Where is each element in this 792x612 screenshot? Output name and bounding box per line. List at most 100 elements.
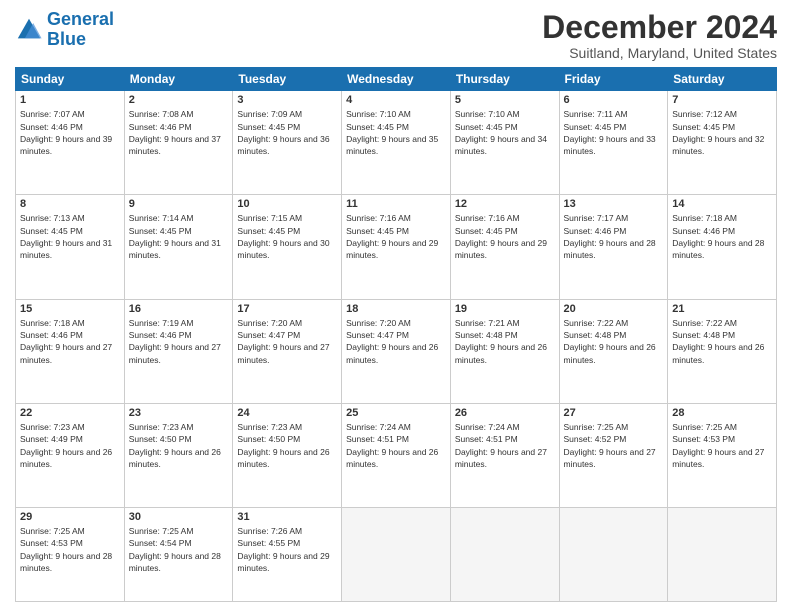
calendar-subtitle: Suitland, Maryland, United States [542, 45, 777, 61]
day-number: 9 [129, 198, 229, 210]
calendar-cell: 10 Sunrise: 7:15 AM Sunset: 4:45 PM Dayli… [233, 195, 342, 299]
day-info: Sunrise: 7:22 AM Sunset: 4:48 PM Dayligh… [672, 317, 772, 366]
day-info: Sunrise: 7:14 AM Sunset: 4:45 PM Dayligh… [129, 212, 229, 261]
calendar-cell: 28 Sunrise: 7:25 AM Sunset: 4:53 PM Dayli… [668, 403, 777, 507]
calendar-cell: 13Sunrise: 7:17 AM Sunset: 4:46 PM Dayli… [559, 195, 668, 299]
day-info: Sunrise: 7:25 AM Sunset: 4:54 PM Dayligh… [129, 525, 229, 574]
day-info: Sunrise: 7:20 AM Sunset: 4:47 PM Dayligh… [346, 317, 446, 366]
week-row-2: 8 Sunrise: 7:13 AM Sunset: 4:45 PM Daylig… [16, 195, 777, 299]
weekday-header-row: SundayMondayTuesdayWednesdayThursdayFrid… [16, 68, 777, 91]
day-info: Sunrise: 7:23 AM Sunset: 4:50 PM Dayligh… [129, 421, 229, 470]
logo: General Blue [15, 10, 114, 50]
calendar-cell [668, 508, 777, 602]
day-number: 19 [455, 303, 555, 315]
day-info: Sunrise: 7:13 AM Sunset: 4:45 PM Dayligh… [20, 212, 120, 261]
day-info: Sunrise: 7:25 AM Sunset: 4:52 PM Dayligh… [564, 421, 664, 470]
day-number: 16 [129, 303, 229, 315]
day-number: 26 [455, 407, 555, 419]
logo-text: General Blue [47, 10, 114, 50]
day-number: 5 [455, 94, 555, 106]
weekday-header-saturday: Saturday [668, 68, 777, 91]
day-info: Sunrise: 7:20 AM Sunset: 4:47 PM Dayligh… [237, 317, 337, 366]
day-info: Sunrise: 7:21 AM Sunset: 4:48 PM Dayligh… [455, 317, 555, 366]
day-info: Sunrise: 7:22 AM Sunset: 4:48 PM Dayligh… [564, 317, 664, 366]
day-number: 28 [672, 407, 772, 419]
calendar-cell: 1Sunrise: 7:07 AM Sunset: 4:46 PM Daylig… [16, 91, 125, 195]
calendar-cell [450, 508, 559, 602]
day-number: 21 [672, 303, 772, 315]
calendar-cell: 23Sunrise: 7:23 AM Sunset: 4:50 PM Dayli… [124, 403, 233, 507]
day-info: Sunrise: 7:07 AM Sunset: 4:46 PM Dayligh… [20, 108, 120, 157]
day-info: Sunrise: 7:24 AM Sunset: 4:51 PM Dayligh… [346, 421, 446, 470]
week-row-5: 29Sunrise: 7:25 AM Sunset: 4:53 PM Dayli… [16, 508, 777, 602]
logo-icon [15, 16, 43, 44]
day-number: 8 [20, 198, 120, 210]
day-info: Sunrise: 7:23 AM Sunset: 4:50 PM Dayligh… [237, 421, 337, 470]
calendar-cell: 9 Sunrise: 7:14 AM Sunset: 4:45 PM Daylig… [124, 195, 233, 299]
day-info: Sunrise: 7:09 AM Sunset: 4:45 PM Dayligh… [237, 108, 337, 157]
day-info: Sunrise: 7:26 AM Sunset: 4:55 PM Dayligh… [237, 525, 337, 574]
calendar-title: December 2024 [542, 10, 777, 45]
calendar-cell: 8 Sunrise: 7:13 AM Sunset: 4:45 PM Daylig… [16, 195, 125, 299]
day-number: 29 [20, 511, 120, 523]
day-number: 14 [672, 198, 772, 210]
day-number: 24 [237, 407, 337, 419]
calendar-cell: 29Sunrise: 7:25 AM Sunset: 4:53 PM Dayli… [16, 508, 125, 602]
calendar-cell: 22Sunrise: 7:23 AM Sunset: 4:49 PM Dayli… [16, 403, 125, 507]
week-row-1: 1Sunrise: 7:07 AM Sunset: 4:46 PM Daylig… [16, 91, 777, 195]
day-number: 30 [129, 511, 229, 523]
day-number: 20 [564, 303, 664, 315]
day-info: Sunrise: 7:25 AM Sunset: 4:53 PM Dayligh… [672, 421, 772, 470]
calendar-cell: 19 Sunrise: 7:21 AM Sunset: 4:48 PM Dayli… [450, 299, 559, 403]
weekday-header-wednesday: Wednesday [342, 68, 451, 91]
calendar-cell: 6Sunrise: 7:11 AM Sunset: 4:45 PM Daylig… [559, 91, 668, 195]
calendar-cell: 26 Sunrise: 7:24 AM Sunset: 4:51 PM Dayli… [450, 403, 559, 507]
day-number: 15 [20, 303, 120, 315]
weekday-header-friday: Friday [559, 68, 668, 91]
calendar-cell: 14 Sunrise: 7:18 AM Sunset: 4:46 PM Dayli… [668, 195, 777, 299]
calendar-cell: 5 Sunrise: 7:10 AM Sunset: 4:45 PM Daylig… [450, 91, 559, 195]
title-block: December 2024 Suitland, Maryland, United… [542, 10, 777, 61]
day-number: 10 [237, 198, 337, 210]
day-number: 13 [564, 198, 664, 210]
calendar-cell: 30 Sunrise: 7:25 AM Sunset: 4:54 PM Dayli… [124, 508, 233, 602]
day-info: Sunrise: 7:18 AM Sunset: 4:46 PM Dayligh… [672, 212, 772, 261]
day-number: 2 [129, 94, 229, 106]
calendar-cell [559, 508, 668, 602]
day-info: Sunrise: 7:11 AM Sunset: 4:45 PM Dayligh… [564, 108, 664, 157]
day-number: 18 [346, 303, 446, 315]
calendar-cell: 25 Sunrise: 7:24 AM Sunset: 4:51 PM Dayli… [342, 403, 451, 507]
calendar-cell: 31 Sunrise: 7:26 AM Sunset: 4:55 PM Dayli… [233, 508, 342, 602]
day-number: 25 [346, 407, 446, 419]
weekday-header-thursday: Thursday [450, 68, 559, 91]
calendar-cell: 15 Sunrise: 7:18 AM Sunset: 4:46 PM Dayli… [16, 299, 125, 403]
week-row-3: 15 Sunrise: 7:18 AM Sunset: 4:46 PM Dayli… [16, 299, 777, 403]
weekday-header-monday: Monday [124, 68, 233, 91]
day-info: Sunrise: 7:16 AM Sunset: 4:45 PM Dayligh… [455, 212, 555, 261]
day-info: Sunrise: 7:10 AM Sunset: 4:45 PM Dayligh… [455, 108, 555, 157]
calendar-cell: 7Sunrise: 7:12 AM Sunset: 4:45 PM Daylig… [668, 91, 777, 195]
day-info: Sunrise: 7:24 AM Sunset: 4:51 PM Dayligh… [455, 421, 555, 470]
weekday-header-tuesday: Tuesday [233, 68, 342, 91]
calendar-cell: 12 Sunrise: 7:16 AM Sunset: 4:45 PM Dayli… [450, 195, 559, 299]
day-number: 31 [237, 511, 337, 523]
calendar-page: General Blue December 2024 Suitland, Mar… [0, 0, 792, 612]
calendar-cell: 4 Sunrise: 7:10 AM Sunset: 4:45 PM Daylig… [342, 91, 451, 195]
day-info: Sunrise: 7:18 AM Sunset: 4:46 PM Dayligh… [20, 317, 120, 366]
calendar-cell: 24 Sunrise: 7:23 AM Sunset: 4:50 PM Dayli… [233, 403, 342, 507]
calendar-cell: 2 Sunrise: 7:08 AM Sunset: 4:46 PM Daylig… [124, 91, 233, 195]
day-info: Sunrise: 7:12 AM Sunset: 4:45 PM Dayligh… [672, 108, 772, 157]
calendar-cell: 16 Sunrise: 7:19 AM Sunset: 4:46 PM Dayli… [124, 299, 233, 403]
day-info: Sunrise: 7:10 AM Sunset: 4:45 PM Dayligh… [346, 108, 446, 157]
weekday-header-sunday: Sunday [16, 68, 125, 91]
day-info: Sunrise: 7:19 AM Sunset: 4:46 PM Dayligh… [129, 317, 229, 366]
calendar-cell: 21 Sunrise: 7:22 AM Sunset: 4:48 PM Dayli… [668, 299, 777, 403]
day-info: Sunrise: 7:08 AM Sunset: 4:46 PM Dayligh… [129, 108, 229, 157]
calendar-cell: 18 Sunrise: 7:20 AM Sunset: 4:47 PM Dayli… [342, 299, 451, 403]
header: General Blue December 2024 Suitland, Mar… [15, 10, 777, 61]
calendar-cell: 27Sunrise: 7:25 AM Sunset: 4:52 PM Dayli… [559, 403, 668, 507]
day-number: 12 [455, 198, 555, 210]
day-info: Sunrise: 7:15 AM Sunset: 4:45 PM Dayligh… [237, 212, 337, 261]
day-number: 4 [346, 94, 446, 106]
day-info: Sunrise: 7:23 AM Sunset: 4:49 PM Dayligh… [20, 421, 120, 470]
